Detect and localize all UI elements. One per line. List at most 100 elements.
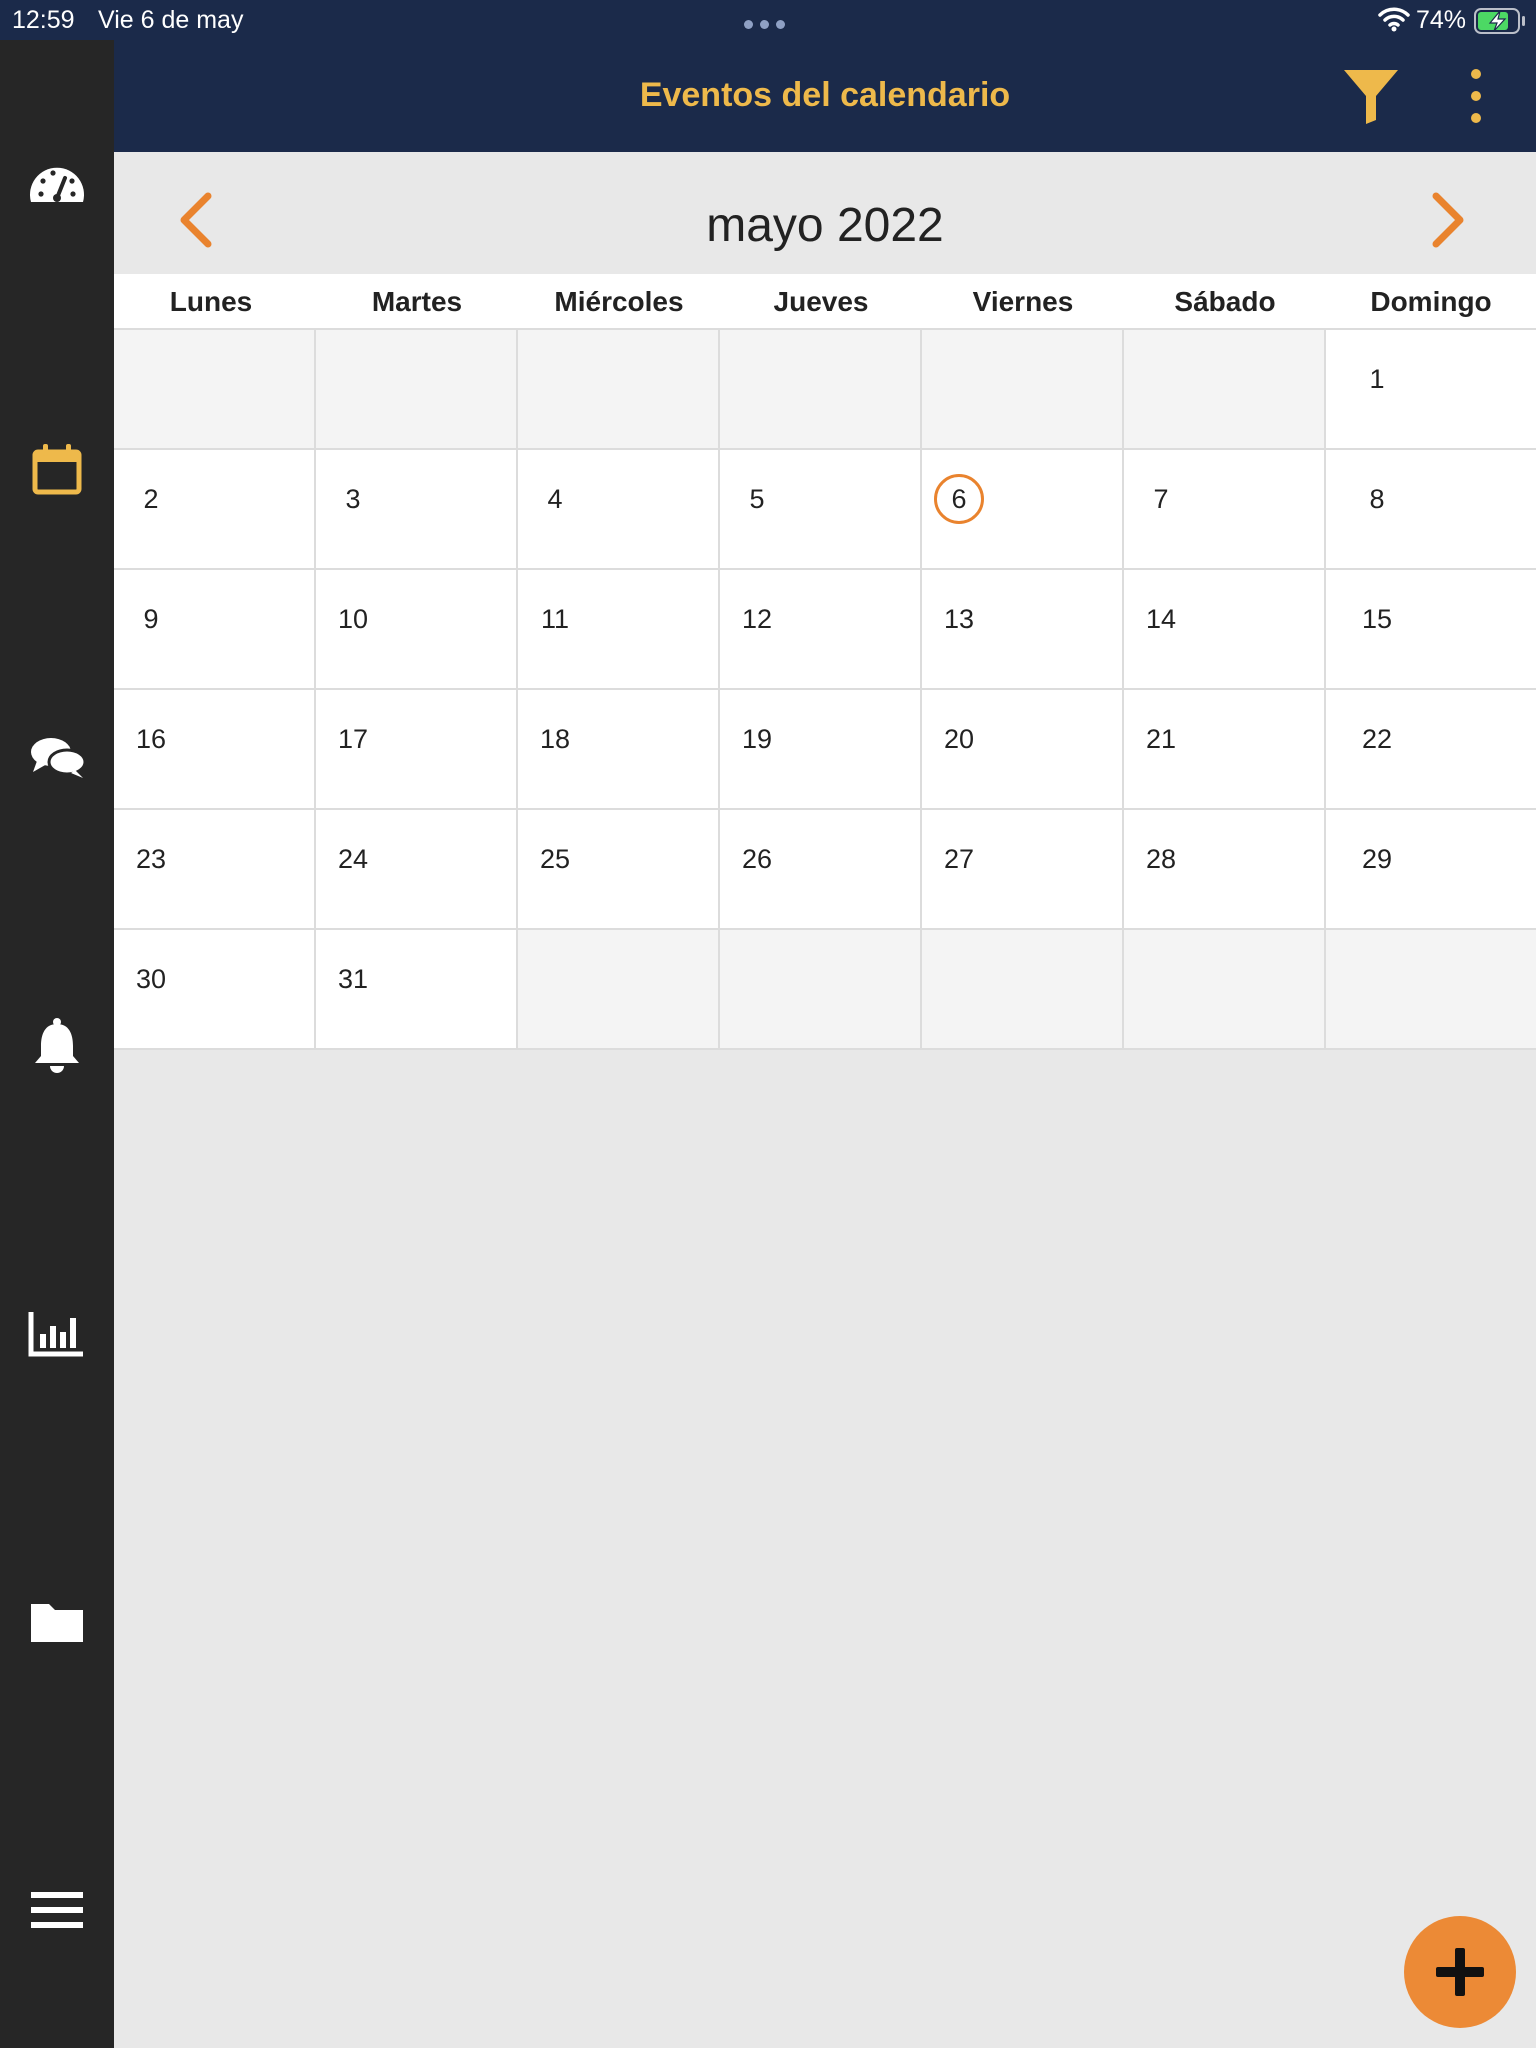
day-number: 23 <box>135 844 167 874</box>
day-number: 31 <box>337 964 369 994</box>
today-day-number: 6 <box>934 474 984 524</box>
day-number: 13 <box>943 604 975 634</box>
calendar-day-cell[interactable]: 5 <box>720 450 922 570</box>
calendar-icon <box>32 444 82 495</box>
weekday-label: Viernes <box>972 286 1074 317</box>
calendar-day-cell[interactable]: 14 <box>1124 570 1326 690</box>
day-number: 19 <box>741 724 773 754</box>
day-number: 25 <box>539 844 571 874</box>
calendar-day-cell[interactable]: 25 <box>518 810 720 930</box>
menu-icon <box>31 1892 83 1928</box>
calendar-day-cell[interactable]: 11 <box>518 570 720 690</box>
calendar-day-cell[interactable]: 12 <box>720 570 922 690</box>
day-number: 4 <box>547 484 563 514</box>
sidebar-item-files[interactable] <box>27 1592 87 1652</box>
sidebar-item-dashboard[interactable] <box>27 154 87 214</box>
calendar-day-cell[interactable]: 24 <box>316 810 518 930</box>
weekday-label: Jueves <box>773 286 869 317</box>
folder-icon <box>31 1604 83 1642</box>
calendar-day-cell[interactable]: 21 <box>1124 690 1326 810</box>
weekday-label: Miércoles <box>554 286 684 317</box>
dashboard-icon <box>29 167 84 202</box>
calendar-day-cell[interactable]: 7 <box>1124 450 1326 570</box>
weekday-label: Sábado <box>1174 286 1276 317</box>
day-number: 26 <box>741 844 773 874</box>
day-number: 12 <box>741 604 773 634</box>
calendar-day-cell[interactable]: 29 <box>1326 810 1536 930</box>
more-vertical-icon[interactable] <box>1464 68 1488 124</box>
calendar-day-cell[interactable]: 1 <box>1326 330 1536 450</box>
wifi-icon <box>1378 7 1410 32</box>
day-number: 5 <box>749 484 765 514</box>
calendar-day-cell[interactable]: 15 <box>1326 570 1536 690</box>
weekday-label: Lunes <box>169 286 253 317</box>
day-number: 14 <box>1145 604 1177 634</box>
calendar-empty-cell <box>1124 930 1326 1050</box>
calendar-day-cell[interactable]: 6 <box>922 450 1124 570</box>
plus-icon <box>1436 1948 1484 1996</box>
bell-icon <box>35 1018 79 1073</box>
calendar-day-cell[interactable]: 8 <box>1326 450 1536 570</box>
calendar-day-cell[interactable]: 4 <box>518 450 720 570</box>
calendar-day-cell[interactable]: 26 <box>720 810 922 930</box>
weekday-header: Lunes Martes Miércoles Jueves Viernes Sábado D… <box>114 274 1536 330</box>
calendar-day-cell[interactable]: 19 <box>720 690 922 810</box>
calendar-day-cell[interactable]: 23 <box>114 810 316 930</box>
calendar-empty-cell <box>1124 330 1326 450</box>
day-number: 21 <box>1145 724 1177 754</box>
filter-icon[interactable] <box>1340 66 1402 128</box>
day-number: 10 <box>337 604 369 634</box>
sidebar-item-menu[interactable] <box>27 1880 87 1940</box>
calendar-day-cell[interactable]: 18 <box>518 690 720 810</box>
day-number: 20 <box>943 724 975 754</box>
chat-icon <box>31 738 87 778</box>
calendar-day-cell[interactable]: 28 <box>1124 810 1326 930</box>
day-number: 1 <box>1369 364 1385 394</box>
calendar-day-cell[interactable]: 20 <box>922 690 1124 810</box>
sidebar-item-reports[interactable] <box>27 1304 87 1364</box>
day-number: 15 <box>1361 604 1393 634</box>
status-time: 12:59 <box>12 6 75 34</box>
weekday-label: Martes <box>371 286 463 317</box>
day-number: 29 <box>1361 844 1393 874</box>
status-bar: 12:59 Vie 6 de may 74% <box>0 0 1536 40</box>
calendar-day-cell[interactable]: 9 <box>114 570 316 690</box>
sidebar-item-chat[interactable] <box>27 728 87 788</box>
calendar-empty-cell <box>922 330 1124 450</box>
calendar-day-cell[interactable]: 3 <box>316 450 518 570</box>
multitasking-dots-icon[interactable] <box>744 20 788 30</box>
sidebar-item-calendar[interactable] <box>27 440 87 500</box>
calendar-grid: 1 2 3 4 5 6 7 8 9 10 11 12 13 14 15 16 17 18 19 20 21 22 23 24 2… <box>114 330 1536 1050</box>
day-number: 3 <box>345 484 361 514</box>
calendar-empty-cell <box>316 330 518 450</box>
day-number: 30 <box>135 964 167 994</box>
battery-percent: 74% <box>1416 6 1467 34</box>
day-number: 18 <box>539 724 571 754</box>
day-number: 9 <box>143 604 159 634</box>
day-number: 2 <box>143 484 159 514</box>
calendar-day-cell[interactable]: 31 <box>316 930 518 1050</box>
calendar-day-cell[interactable]: 27 <box>922 810 1124 930</box>
calendar-day-cell[interactable]: 10 <box>316 570 518 690</box>
calendar-day-cell[interactable]: 2 <box>114 450 316 570</box>
sidebar <box>0 40 114 2048</box>
calendar-day-cell[interactable]: 22 <box>1326 690 1536 810</box>
calendar-empty-cell <box>518 930 720 1050</box>
day-number: 7 <box>1153 484 1169 514</box>
calendar-empty-cell <box>720 330 922 450</box>
calendar-day-cell[interactable]: 30 <box>114 930 316 1050</box>
day-number: 27 <box>943 844 975 874</box>
sidebar-item-notifications[interactable] <box>27 1016 87 1076</box>
month-navigation: mayo 2022 <box>114 152 1536 274</box>
day-number: 11 <box>540 604 570 634</box>
calendar-empty-cell <box>1326 930 1536 1050</box>
day-number: 22 <box>1361 724 1393 754</box>
calendar-day-cell[interactable]: 13 <box>922 570 1124 690</box>
calendar-day-cell[interactable]: 17 <box>316 690 518 810</box>
month-title: mayo 2022 <box>706 199 944 252</box>
day-number: 16 <box>135 724 167 754</box>
chevron-right-icon[interactable] <box>1426 190 1470 250</box>
add-event-button[interactable] <box>1404 1916 1516 2028</box>
calendar-day-cell[interactable]: 16 <box>114 690 316 810</box>
day-number: 28 <box>1145 844 1177 874</box>
